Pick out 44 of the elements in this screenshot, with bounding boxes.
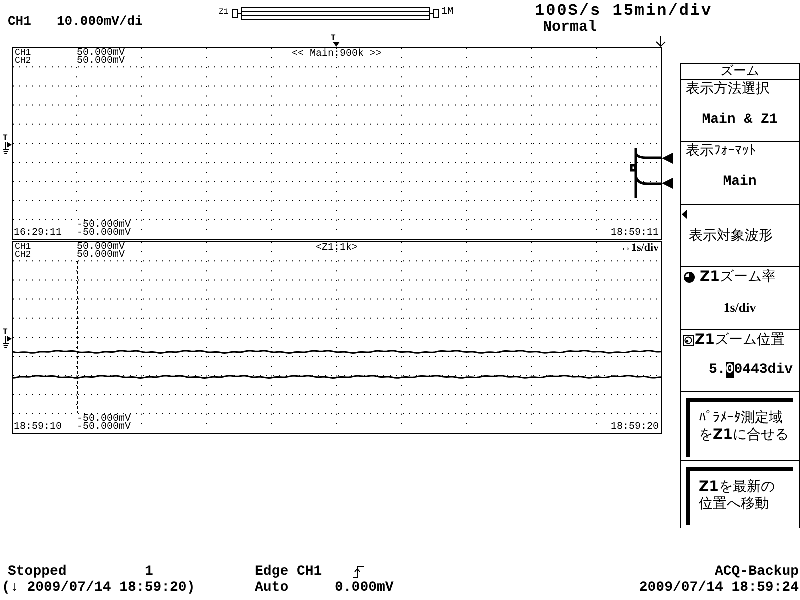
- zoom-start-label: Z1: [219, 9, 229, 17]
- rising-edge-icon: [353, 566, 365, 578]
- trigger-level-label: T: [3, 329, 8, 336]
- timebase-label: 100S/s 15min/div: [535, 3, 713, 20]
- backup-label: ACQ-Backup: [714, 564, 799, 580]
- scale-top-label: 50.000mV: [77, 252, 126, 260]
- knob-icon: [684, 272, 695, 284]
- softkey-button[interactable]: 表示ﾌｫｰﾏｯﾄ Main: [681, 142, 799, 205]
- softkey-button[interactable]: Z1ズーム位置 5.00443div: [681, 330, 799, 392]
- scale-top-label: 50.000mV: [77, 58, 126, 66]
- channel-label: CH1: [8, 14, 32, 29]
- scale-bottom-label: -50.000mV: [77, 424, 132, 432]
- end-time-label: 18:59:20: [610, 423, 659, 432]
- channel-label: CH2: [15, 57, 32, 65]
- trigger-type-label: Edge CH1: [255, 564, 322, 580]
- plot-title: <Z1:1k>: [316, 242, 358, 254]
- channel-label: CH1: [15, 243, 32, 251]
- zoom-range-bar-icon: [230, 6, 440, 20]
- run-state-label: Stopped: [8, 564, 67, 580]
- softkey-button[interactable]: 表示方法選択 Main & Z1: [681, 80, 799, 142]
- acquisition-mode-label: Normal: [543, 20, 598, 36]
- start-time-label: 16:29:11: [14, 229, 62, 238]
- plot-title: << Main:900k >>: [292, 48, 382, 60]
- dial-icon: [683, 334, 694, 346]
- date-time-label: 2009/07/14 18:59:24: [639, 580, 799, 596]
- start-time-label: 18:59:10: [14, 423, 62, 432]
- action-button[interactable]: ﾊﾟﾗﾒｰﾀ測定域 をZ1に合せる: [686, 398, 793, 457]
- action-button[interactable]: Z1を最新の 位置へ移動: [686, 466, 793, 525]
- trigger-position-label: T: [331, 35, 336, 42]
- end-time-label: 18:59:11: [610, 229, 659, 238]
- zoom-end-label: 1M: [442, 8, 454, 18]
- trigger-mode-label: Auto: [255, 580, 289, 596]
- menu-title: ズーム: [720, 64, 760, 79]
- time-per-div-label: ↔1s/div: [620, 243, 659, 254]
- stop-time-label: (↓ 2009/07/14 18:59:20): [2, 580, 196, 596]
- trigger-level-value: 0.000mV: [335, 580, 394, 596]
- channel-label: CH2: [15, 251, 32, 259]
- channel-label: CH1: [15, 49, 32, 57]
- softkey-button[interactable]: 表示対象波形: [681, 204, 799, 268]
- trigger-level-label: T: [3, 135, 8, 142]
- acquisition-count: 1: [145, 564, 154, 580]
- scale-bottom-label: -50.000mV: [77, 230, 132, 238]
- softkey-button[interactable]: Z1ズーム率 1s/div: [681, 267, 799, 330]
- vertical-scale-label: 10.000mV/di: [57, 14, 143, 29]
